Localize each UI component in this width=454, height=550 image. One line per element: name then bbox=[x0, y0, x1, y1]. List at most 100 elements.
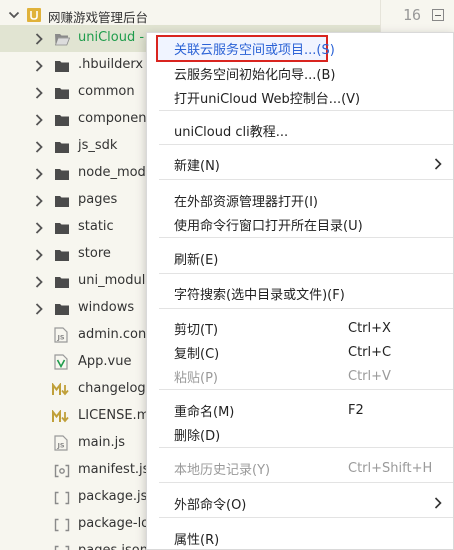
menu-item-label: 云服务空间初始化向导...(B) bbox=[174, 67, 336, 83]
menu-item-shortcut: Ctrl+C bbox=[348, 344, 392, 360]
tree-item-label: store bbox=[78, 246, 111, 261]
chevron-down-icon[interactable] bbox=[8, 9, 20, 23]
chevron-right-icon bbox=[433, 157, 443, 171]
tree-item-label: common bbox=[78, 84, 135, 99]
menu-separator bbox=[159, 179, 453, 180]
chevron-right-icon[interactable] bbox=[33, 302, 45, 316]
menu-item-shortcut: F2 bbox=[348, 402, 364, 418]
vue-file-icon bbox=[54, 354, 70, 370]
markdown-file-icon bbox=[52, 410, 69, 426]
svg-text:JS: JS bbox=[57, 334, 65, 342]
folder-icon bbox=[54, 221, 70, 237]
chevron-right-icon[interactable] bbox=[33, 194, 45, 208]
tree-item-label: node_modu bbox=[78, 165, 155, 180]
menu-item[interactable]: 云服务空间初始化向导...(B) bbox=[147, 61, 453, 85]
tree-item-label: pages bbox=[78, 192, 118, 207]
menu-separator bbox=[159, 308, 453, 309]
tree-item-label: changelog.r bbox=[78, 381, 156, 396]
tree-item-label: .hbuilderx bbox=[78, 57, 144, 72]
tree-item-label: App.vue bbox=[78, 354, 132, 369]
menu-separator bbox=[159, 482, 453, 483]
tree-item-label: uni_module bbox=[78, 273, 154, 288]
chevron-right-icon[interactable] bbox=[33, 140, 45, 154]
tree-item-label: windows bbox=[78, 300, 135, 315]
context-menu: 关联云服务空间或项目...(S) 云服务空间初始化向导...(B) 打开uniClo… bbox=[146, 32, 454, 550]
folder-icon bbox=[54, 275, 70, 291]
menu-item-label: 属性(R) bbox=[174, 532, 220, 548]
tree-item-label: admin.confi bbox=[78, 327, 155, 342]
json-file-icon bbox=[54, 491, 70, 507]
json-file-icon bbox=[54, 464, 70, 480]
menu-item[interactable]: 外部命令(O) bbox=[147, 491, 453, 515]
tree-item-label: main.js bbox=[78, 435, 125, 450]
menu-item[interactable]: 字符搜索(选中目录或文件)(F) bbox=[147, 281, 453, 305]
folder-icon bbox=[54, 302, 70, 318]
menu-item-label: 本地历史记录(Y) bbox=[174, 462, 271, 478]
tree-item-label: static bbox=[78, 219, 114, 234]
tree-item-label: component bbox=[78, 111, 152, 126]
menu-item[interactable]: 重命名(M) F2 bbox=[147, 398, 453, 422]
chevron-right-icon[interactable] bbox=[33, 248, 45, 262]
menu-separator bbox=[159, 273, 453, 274]
js-file-icon: JS bbox=[54, 327, 70, 343]
menu-item[interactable]: 新建(N) bbox=[147, 152, 453, 176]
menu-item-label: 在外部资源管理器打开(I) bbox=[174, 194, 318, 210]
menu-item[interactable]: 剪切(T) Ctrl+X bbox=[147, 316, 453, 340]
tree-item-label: package-loc bbox=[78, 516, 157, 531]
project-icon bbox=[26, 7, 42, 23]
tree-root-label: 网赚游戏管理后台 bbox=[48, 10, 149, 25]
menu-item[interactable]: 复制(C) Ctrl+C bbox=[147, 340, 453, 364]
folder-icon bbox=[54, 194, 70, 210]
menu-item[interactable]: 打开uniCloud Web控制台...(V) bbox=[147, 85, 453, 109]
chevron-right-icon[interactable] bbox=[33, 32, 45, 46]
menu-item-label: 打开uniCloud Web控制台...(V) bbox=[174, 91, 361, 107]
menu-separator bbox=[159, 389, 453, 390]
chevron-right-icon[interactable] bbox=[33, 113, 45, 127]
menu-item-label: 新建(N) bbox=[174, 158, 220, 174]
menu-item[interactable]: 在外部资源管理器打开(I) bbox=[147, 188, 453, 212]
tree-item-label: manifest.jsc bbox=[78, 462, 157, 477]
menu-item-label: 关联云服务空间或项目...(S) bbox=[174, 43, 335, 58]
line-number: 16 bbox=[403, 6, 422, 24]
folder-icon bbox=[54, 248, 70, 264]
json-file-icon bbox=[54, 518, 70, 534]
menu-item-shortcut: Ctrl+V bbox=[348, 368, 391, 384]
menu-item-shortcut: Ctrl+Shift+H bbox=[348, 460, 433, 476]
folder-icon bbox=[54, 140, 70, 156]
tree-item-label: package.jsc bbox=[78, 489, 155, 504]
menu-item-label: 删除(D) bbox=[174, 428, 221, 444]
chevron-right-icon[interactable] bbox=[33, 167, 45, 181]
menu-item-label: 复制(C) bbox=[174, 346, 220, 362]
menu-item[interactable]: 删除(D) bbox=[147, 422, 453, 446]
svg-text:JS: JS bbox=[57, 442, 65, 450]
menu-item-shortcut: Ctrl+X bbox=[348, 320, 391, 336]
chevron-right-icon[interactable] bbox=[33, 86, 45, 100]
menu-item[interactable]: 刷新(E) bbox=[147, 246, 453, 270]
menu-item-label: uniCloud cli教程... bbox=[174, 124, 289, 140]
tree-item-label: pages.json bbox=[78, 543, 148, 550]
menu-separator bbox=[159, 237, 453, 238]
chevron-right-icon bbox=[433, 496, 443, 510]
menu-separator bbox=[159, 144, 453, 145]
chevron-right-icon[interactable] bbox=[33, 221, 45, 235]
folder-icon bbox=[54, 113, 70, 129]
menu-item-label: 重命名(M) bbox=[174, 404, 235, 420]
menu-item[interactable]: uniCloud cli教程... bbox=[147, 118, 453, 142]
menu-item[interactable]: 关联云服务空间或项目...(S) bbox=[156, 35, 335, 62]
menu-item: 粘贴(P) Ctrl+V bbox=[147, 364, 453, 388]
folder-icon bbox=[54, 167, 70, 183]
menu-item[interactable]: 使用命令行窗口打开所在目录(U) bbox=[147, 212, 453, 236]
tree-item-label: uniCloud - bbox=[78, 30, 145, 45]
json-file-icon bbox=[54, 545, 70, 550]
folder-icon bbox=[54, 59, 70, 75]
chevron-right-icon[interactable] bbox=[33, 59, 45, 73]
chevron-right-icon[interactable] bbox=[33, 275, 45, 289]
fold-minus-icon[interactable] bbox=[432, 9, 444, 21]
menu-item-label: 刷新(E) bbox=[174, 252, 219, 268]
menu-item-label: 粘贴(P) bbox=[174, 370, 218, 386]
menu-separator bbox=[159, 517, 453, 518]
menu-item: 本地历史记录(Y) Ctrl+Shift+H bbox=[147, 456, 453, 480]
menu-item-label: 外部命令(O) bbox=[174, 497, 247, 513]
menu-item[interactable]: 属性(R) bbox=[147, 526, 453, 550]
open-folder-icon bbox=[54, 32, 70, 48]
